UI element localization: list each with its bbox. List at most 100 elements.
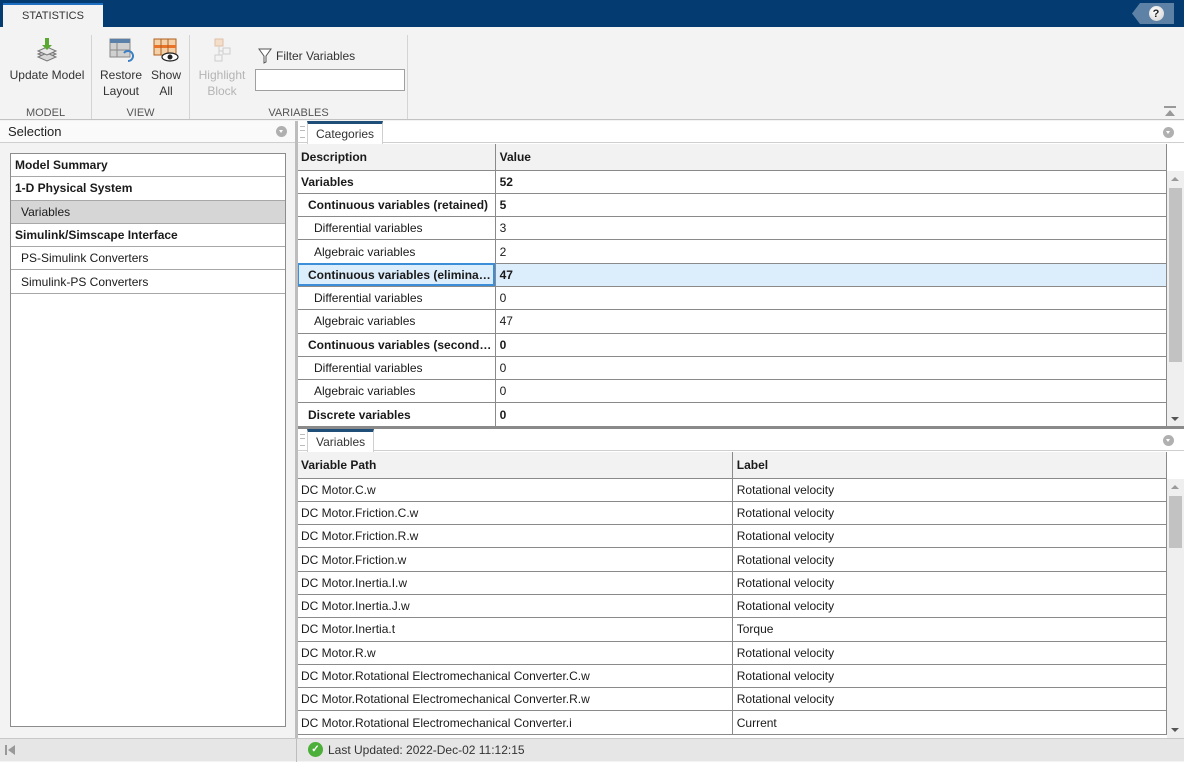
variable-row[interactable]: DC Motor.Inertia.J.w Rotational velocity <box>297 594 1168 619</box>
category-value-cell[interactable]: 3 <box>495 216 1168 241</box>
selection-item[interactable]: Simulink-PS Converters <box>11 270 285 294</box>
variable-path-cell[interactable]: DC Motor.Rotational Electromechanical Co… <box>297 664 733 689</box>
category-value-cell[interactable]: 47 <box>495 309 1168 334</box>
category-value-cell[interactable]: 5 <box>495 193 1168 218</box>
variable-row[interactable]: DC Motor.Inertia.I.w Rotational velocity <box>297 571 1168 595</box>
variable-label-cell[interactable]: Rotational velocity <box>732 687 1168 712</box>
variable-row[interactable]: DC Motor.Inertia.t Torque <box>297 617 1168 642</box>
category-row[interactable]: Differential variables 0 <box>297 286 1168 311</box>
variable-label-cell[interactable]: Rotational velocity <box>732 571 1168 595</box>
drag-grip-icon[interactable] <box>300 434 305 446</box>
update-model-button[interactable]: Update Model <box>6 37 88 83</box>
column-header-description[interactable]: Description <box>297 144 496 171</box>
filter-variables-input[interactable] <box>255 69 405 91</box>
selection-item[interactable]: PS-Simulink Converters <box>11 247 285 271</box>
variable-label-cell[interactable]: Torque <box>732 617 1168 642</box>
variable-path-cell[interactable]: DC Motor.Inertia.I.w <box>297 571 733 595</box>
category-row[interactable]: Algebraic variables 0 <box>297 379 1168 404</box>
category-row[interactable]: Discrete variables 0 <box>297 402 1168 427</box>
category-value-cell[interactable]: 47 <box>495 263 1168 287</box>
selection-item[interactable]: Simulink/Simscape Interface <box>11 224 285 248</box>
collapse-ribbon-icon[interactable] <box>1164 106 1176 117</box>
variables-scroll-thumb[interactable] <box>1169 496 1182 548</box>
variable-row[interactable]: DC Motor.Friction.w Rotational velocity <box>297 547 1168 572</box>
category-description-cell[interactable]: Differential variables <box>297 356 496 381</box>
variable-label-cell[interactable]: Rotational velocity <box>732 501 1168 526</box>
column-header-label[interactable]: Label <box>732 452 1168 479</box>
category-row[interactable]: Algebraic variables 2 <box>297 239 1168 264</box>
category-description-cell[interactable]: Continuous variables (retained) <box>297 193 496 218</box>
variable-path-cell[interactable]: DC Motor.C.w <box>297 478 733 502</box>
categories-scrollbar[interactable] <box>1167 171 1184 427</box>
category-value-cell[interactable]: 0 <box>495 356 1168 381</box>
tab-variables[interactable]: Variables <box>307 429 375 452</box>
drag-grip-icon[interactable] <box>300 126 305 138</box>
category-description-cell[interactable]: Algebraic variables <box>297 309 496 334</box>
category-row[interactable]: Algebraic variables 47 <box>297 309 1168 334</box>
category-value-cell[interactable]: 0 <box>495 286 1168 311</box>
highlight-block-button[interactable]: Highlight Block <box>196 37 248 99</box>
variable-row[interactable]: DC Motor.R.w Rotational velocity <box>297 641 1168 665</box>
variables-scrollbar[interactable] <box>1167 479 1184 738</box>
show-all-button[interactable]: Show All <box>146 37 186 99</box>
category-description-cell[interactable]: Differential variables <box>297 216 496 241</box>
category-value-cell[interactable]: 0 <box>495 333 1168 357</box>
variable-path-cell[interactable]: DC Motor.Inertia.t <box>297 617 733 642</box>
help-button[interactable]: ? <box>1132 3 1174 24</box>
scroll-up-icon[interactable] <box>1171 177 1179 181</box>
variable-label-cell[interactable]: Rotational velocity <box>732 478 1168 502</box>
category-value-cell[interactable]: 2 <box>495 239 1168 264</box>
category-description-cell[interactable]: Continuous variables (elimina… <box>297 263 496 287</box>
tab-statistics[interactable]: STATISTICS <box>3 3 103 27</box>
variable-path-cell[interactable]: DC Motor.Friction.C.w <box>297 501 733 526</box>
variable-label-cell[interactable]: Rotational velocity <box>732 641 1168 665</box>
category-row[interactable]: Continuous variables (second… 0 <box>297 333 1168 357</box>
category-row[interactable]: Differential variables 3 <box>297 216 1168 241</box>
category-description-cell[interactable]: Algebraic variables <box>297 379 496 404</box>
category-description-cell[interactable]: Algebraic variables <box>297 239 496 264</box>
variable-row[interactable]: DC Motor.Rotational Electromechanical Co… <box>297 687 1168 712</box>
variable-path-cell[interactable]: DC Motor.Friction.w <box>297 547 733 572</box>
variable-label-cell[interactable]: Rotational velocity <box>732 524 1168 549</box>
categories-scroll-thumb[interactable] <box>1169 188 1182 362</box>
variable-row[interactable]: DC Motor.Friction.C.w Rotational velocity <box>297 501 1168 526</box>
category-value-cell[interactable]: 0 <box>495 379 1168 404</box>
selection-item[interactable]: 1-D Physical System <box>11 177 285 201</box>
category-description-cell[interactable]: Discrete variables <box>297 402 496 427</box>
variable-row[interactable]: DC Motor.C.w Rotational velocity <box>297 478 1168 502</box>
collapse-left-panel-icon[interactable] <box>5 744 17 756</box>
variable-path-cell[interactable]: DC Motor.Inertia.J.w <box>297 594 733 619</box>
tab-categories[interactable]: Categories <box>307 121 384 144</box>
variable-path-cell[interactable]: DC Motor.Friction.R.w <box>297 524 733 549</box>
column-header-value[interactable]: Value <box>495 144 1168 171</box>
column-header-variable-path[interactable]: Variable Path <box>297 452 733 479</box>
variable-label-cell[interactable]: Current <box>732 710 1168 735</box>
variable-label-cell[interactable]: Rotational velocity <box>732 547 1168 572</box>
category-row[interactable]: Continuous variables (elimina… 47 <box>297 263 1168 287</box>
variable-path-cell[interactable]: DC Motor.Rotational Electromechanical Co… <box>297 687 733 712</box>
variables-panel-menu-icon[interactable] <box>1163 435 1174 446</box>
variable-row[interactable]: DC Motor.Rotational Electromechanical Co… <box>297 710 1168 735</box>
category-row[interactable]: Differential variables 0 <box>297 356 1168 381</box>
scroll-up-icon[interactable] <box>1171 485 1179 489</box>
variable-row[interactable]: DC Motor.Friction.R.w Rotational velocity <box>297 524 1168 549</box>
category-description-cell[interactable]: Continuous variables (second… <box>297 333 496 357</box>
scroll-down-icon[interactable] <box>1171 728 1179 732</box>
variable-label-cell[interactable]: Rotational velocity <box>732 594 1168 619</box>
categories-panel-menu-icon[interactable] <box>1163 127 1174 138</box>
selection-item[interactable]: Variables <box>11 200 285 224</box>
vertical-splitter[interactable] <box>296 121 298 738</box>
selection-panel-menu-icon[interactable] <box>276 126 287 137</box>
variable-label-cell[interactable]: Rotational velocity <box>732 664 1168 689</box>
variable-path-cell[interactable]: DC Motor.R.w <box>297 641 733 665</box>
category-value-cell[interactable]: 52 <box>495 170 1168 194</box>
category-value-cell[interactable]: 0 <box>495 402 1168 427</box>
selection-item[interactable]: Model Summary <box>11 154 285 178</box>
variable-row[interactable]: DC Motor.Rotational Electromechanical Co… <box>297 664 1168 689</box>
category-row[interactable]: Variables 52 <box>297 170 1168 194</box>
restore-layout-button[interactable]: Restore Layout <box>98 37 144 99</box>
category-row[interactable]: Continuous variables (retained) 5 <box>297 193 1168 218</box>
category-description-cell[interactable]: Differential variables <box>297 286 496 311</box>
variable-path-cell[interactable]: DC Motor.Rotational Electromechanical Co… <box>297 710 733 735</box>
scroll-down-icon[interactable] <box>1171 417 1179 421</box>
